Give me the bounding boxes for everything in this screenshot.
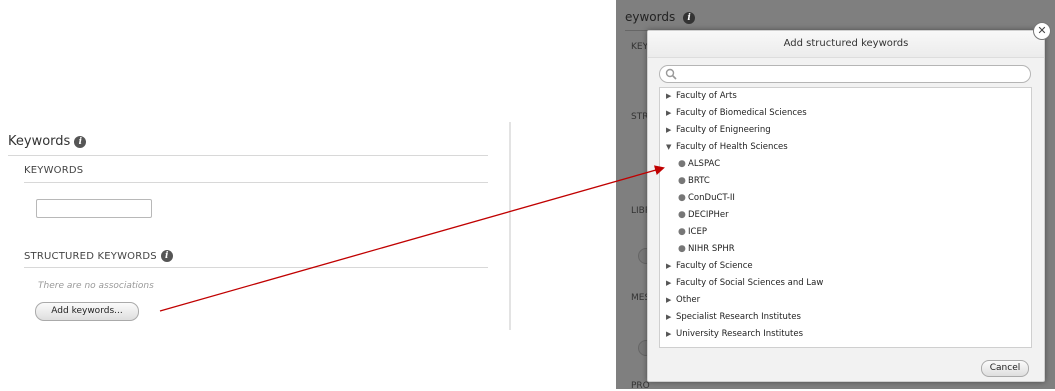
annotation-arrow	[159, 165, 665, 312]
